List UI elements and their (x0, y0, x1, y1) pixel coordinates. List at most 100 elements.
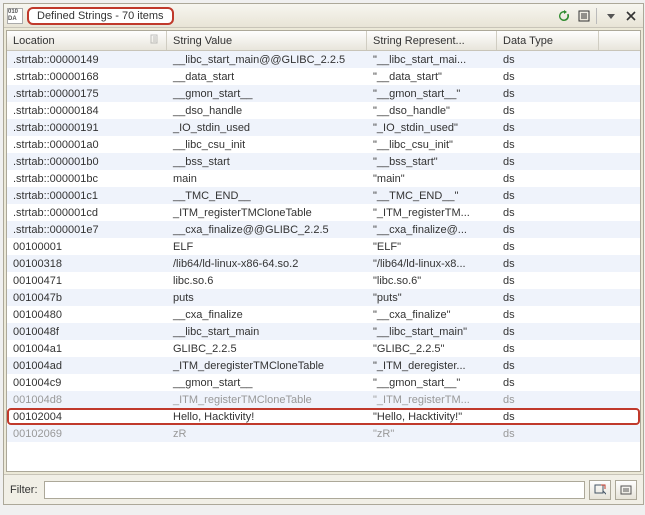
cell-val: GLIBC_2.2.5 (167, 342, 367, 356)
table-row[interactable]: 00102004Hello, Hacktivity!"Hello, Hackti… (7, 408, 640, 425)
cell-val: Hello, Hacktivity! (167, 410, 367, 424)
cell-val: __libc_csu_init (167, 138, 367, 152)
cell-rep: "/lib64/ld-linux-x8... (367, 257, 497, 271)
cell-type: ds (497, 206, 599, 220)
cell-rep: "ELF" (367, 240, 497, 254)
filter-clear-button[interactable] (615, 480, 637, 500)
table-row[interactable]: 00100001ELF"ELF"ds (7, 238, 640, 255)
col-string-value[interactable]: String Value (167, 31, 367, 50)
close-icon (626, 11, 636, 21)
table-row[interactable]: .strtab::000001bcmain"main"ds (7, 170, 640, 187)
col-string-represent[interactable]: String Represent... (367, 31, 497, 50)
table-row[interactable]: 00102069zR"zR"ds (7, 425, 640, 442)
refresh-icon (558, 10, 570, 22)
table-row[interactable]: 0010048f__libc_start_main"__libc_start_m… (7, 323, 640, 340)
refresh-button[interactable] (555, 7, 573, 25)
filter-label: Filter: (10, 484, 38, 496)
list-icon (578, 10, 590, 22)
menu-button[interactable] (602, 7, 620, 25)
table-row[interactable]: .strtab::00000168__data_start"__data_sta… (7, 68, 640, 85)
table-row[interactable]: .strtab::000001e7__cxa_finalize@@GLIBC_2… (7, 221, 640, 238)
cell-val: _ITM_registerTMCloneTable (167, 393, 367, 407)
table-row[interactable]: .strtab::000001cd_ITM_registerTMCloneTab… (7, 204, 640, 221)
col-data-type[interactable]: Data Type (497, 31, 599, 50)
cell-loc: .strtab::000001b0 (7, 155, 167, 169)
table-row[interactable]: 00100318/lib64/ld-linux-x86-64.so.2"/lib… (7, 255, 640, 272)
table-body[interactable]: .strtab::00000149__libc_start_main@@GLIB… (7, 51, 640, 471)
cell-rep: "__cxa_finalize@... (367, 223, 497, 237)
cell-loc: .strtab::00000191 (7, 121, 167, 135)
cell-val: _ITM_registerTMCloneTable (167, 206, 367, 220)
cell-loc: .strtab::00000184 (7, 104, 167, 118)
cell-val: __bss_start (167, 155, 367, 169)
cell-loc: .strtab::000001cd (7, 206, 167, 220)
cell-val: _ITM_deregisterTMCloneTable (167, 359, 367, 373)
cell-type: ds (497, 376, 599, 390)
cell-rep: "__libc_start_mai... (367, 53, 497, 67)
cell-loc: 001004c9 (7, 376, 167, 390)
titlebar: 010 DA Defined Strings - 70 items (4, 4, 643, 28)
filter-input[interactable] (44, 481, 586, 499)
cell-val: main (167, 172, 367, 186)
cell-type: ds (497, 359, 599, 373)
filter-options-button[interactable] (589, 480, 611, 500)
cell-val: puts (167, 291, 367, 305)
sort-icon (150, 34, 160, 47)
cell-type: ds (497, 104, 599, 118)
cell-type: ds (497, 240, 599, 254)
cell-type: ds (497, 325, 599, 339)
close-button[interactable] (622, 7, 640, 25)
table-row[interactable]: .strtab::00000175__gmon_start__"__gmon_s… (7, 85, 640, 102)
table-row[interactable]: .strtab::00000149__libc_start_main@@GLIB… (7, 51, 640, 68)
cell-val: ELF (167, 240, 367, 254)
panel-icon: 010 DA (7, 8, 23, 24)
col-location[interactable]: Location (7, 31, 167, 50)
cell-type: ds (497, 291, 599, 305)
cell-loc: 00100001 (7, 240, 167, 254)
cell-loc: 00100471 (7, 274, 167, 288)
cell-type: ds (497, 410, 599, 424)
cell-rep: "__dso_handle" (367, 104, 497, 118)
cell-type: ds (497, 257, 599, 271)
cell-rep: "__libc_csu_init" (367, 138, 497, 152)
cell-type: ds (497, 70, 599, 84)
table-row[interactable]: 00100480__cxa_finalize"__cxa_finalize"ds (7, 306, 640, 323)
cell-type: ds (497, 121, 599, 135)
cell-type: ds (497, 155, 599, 169)
cell-rep: "_ITM_registerTM... (367, 393, 497, 407)
defined-strings-panel: 010 DA Defined Strings - 70 items Locati… (3, 3, 644, 505)
cell-type: ds (497, 189, 599, 203)
filter-options-icon (594, 484, 606, 496)
table-row[interactable]: 00100471libc.so.6"libc.so.6"ds (7, 272, 640, 289)
cell-val: __gmon_start__ (167, 87, 367, 101)
table-row[interactable]: .strtab::000001b0__bss_start"__bss_start… (7, 153, 640, 170)
cell-rep: "_ITM_registerTM... (367, 206, 497, 220)
table-row[interactable]: 001004a1GLIBC_2.2.5"GLIBC_2.2.5"ds (7, 340, 640, 357)
cell-type: ds (497, 53, 599, 67)
cell-loc: 00102004 (7, 410, 167, 424)
table-row[interactable]: 001004d8_ITM_registerTMCloneTable"_ITM_r… (7, 391, 640, 408)
table-row[interactable]: .strtab::00000184__dso_handle"__dso_hand… (7, 102, 640, 119)
cell-val: __libc_start_main (167, 325, 367, 339)
settings-button[interactable] (575, 7, 593, 25)
cell-loc: .strtab::000001a0 (7, 138, 167, 152)
cell-rep: "main" (367, 172, 497, 186)
cell-val: __libc_start_main@@GLIBC_2.2.5 (167, 53, 367, 67)
table-row[interactable]: 001004ad_ITM_deregisterTMCloneTable"_ITM… (7, 357, 640, 374)
table-row[interactable]: .strtab::00000191_IO_stdin_used"_IO_stdi… (7, 119, 640, 136)
cell-loc: 00102069 (7, 427, 167, 441)
table-row[interactable]: .strtab::000001c1__TMC_END__"__TMC_END__… (7, 187, 640, 204)
table-row[interactable]: 0010047bputs"puts"ds (7, 289, 640, 306)
cell-rep: "GLIBC_2.2.5" (367, 342, 497, 356)
cell-rep: "puts" (367, 291, 497, 305)
cell-rep: "__TMC_END__" (367, 189, 497, 203)
cell-rep: "Hello, Hacktivity!" (367, 410, 497, 424)
cell-type: ds (497, 427, 599, 441)
cell-loc: 001004ad (7, 359, 167, 373)
table-row[interactable]: .strtab::000001a0__libc_csu_init"__libc_… (7, 136, 640, 153)
cell-type: ds (497, 172, 599, 186)
cell-val: _IO_stdin_used (167, 121, 367, 135)
cell-rep: "libc.so.6" (367, 274, 497, 288)
cell-val: zR (167, 427, 367, 441)
table-row[interactable]: 001004c9__gmon_start__"__gmon_start__"ds (7, 374, 640, 391)
